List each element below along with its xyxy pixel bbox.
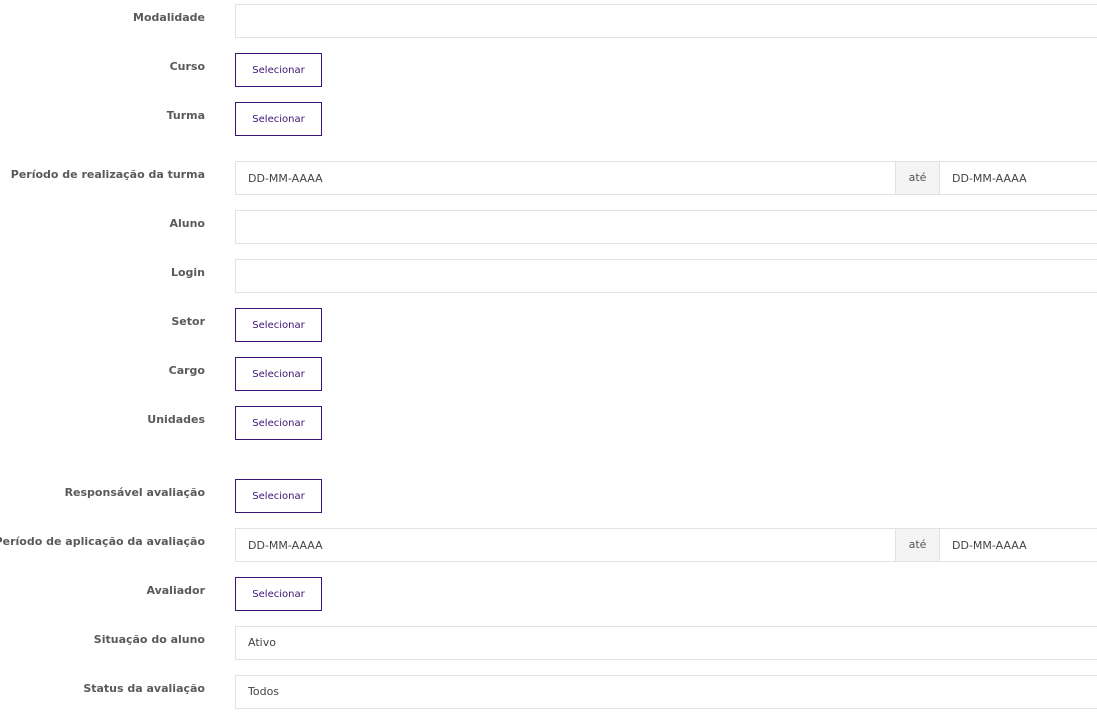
situacao-label: Situação do aluno	[93, 633, 205, 646]
periodo-avaliacao-end-input[interactable]	[939, 528, 1097, 562]
avaliador-label: Avaliador	[146, 584, 205, 597]
cargo-select-button[interactable]: Selecionar	[235, 357, 322, 391]
status-label: Status da avaliação	[83, 682, 205, 695]
aluno-input[interactable]	[235, 210, 1097, 244]
modalidade-row: Modalidade	[0, 4, 1097, 38]
unidades-select-button[interactable]: Selecionar	[235, 406, 322, 440]
setor-label: Setor	[171, 315, 205, 328]
responsavel-select-button[interactable]: Selecionar	[235, 479, 322, 513]
periodo-turma-start-input[interactable]	[235, 161, 896, 195]
modalidade-input[interactable]	[235, 4, 1097, 38]
cargo-label: Cargo	[168, 364, 205, 377]
aluno-label: Aluno	[169, 217, 205, 230]
login-label: Login	[170, 266, 205, 279]
situacao-select[interactable]: Ativo	[235, 626, 1097, 660]
aluno-row: Aluno	[0, 210, 1097, 244]
login-row: Login	[0, 259, 1097, 293]
responsavel-row: Responsável avaliação Selecionar	[0, 479, 1097, 513]
setor-row: Setor Selecionar	[0, 308, 1097, 342]
curso-select-button[interactable]: Selecionar	[235, 53, 322, 87]
situacao-row: Situação do aluno Ativo	[0, 626, 1097, 660]
avaliador-select-button[interactable]: Selecionar	[235, 577, 322, 611]
unidades-label: Unidades	[147, 413, 205, 426]
unidades-row: Unidades Selecionar	[0, 406, 1097, 440]
curso-row: Curso Selecionar	[0, 53, 1097, 87]
status-row: Status da avaliação Todos	[0, 675, 1097, 709]
periodo-turma-end-input[interactable]	[939, 161, 1097, 195]
status-select[interactable]: Todos	[235, 675, 1097, 709]
turma-select-button[interactable]: Selecionar	[235, 102, 322, 136]
turma-row: Turma Selecionar	[0, 102, 1097, 136]
periodo-avaliacao-label: Período de aplicação da avaliação	[0, 535, 205, 548]
periodo-avaliacao-separator: até	[896, 528, 939, 562]
modalidade-label: Modalidade	[133, 11, 205, 24]
periodo-turma-separator: até	[896, 161, 939, 195]
curso-label: Curso	[169, 60, 205, 73]
turma-label: Turma	[166, 109, 205, 122]
periodo-avaliacao-start-input[interactable]	[235, 528, 896, 562]
responsavel-label: Responsável avaliação	[64, 486, 205, 499]
cargo-row: Cargo Selecionar	[0, 357, 1097, 391]
periodo-turma-label: Período de realização da turma	[10, 168, 205, 181]
avaliador-row: Avaliador Selecionar	[0, 577, 1097, 611]
login-input[interactable]	[235, 259, 1097, 293]
periodo-turma-row: Período de realização da turma até	[0, 161, 1097, 195]
setor-select-button[interactable]: Selecionar	[235, 308, 322, 342]
periodo-avaliacao-row: Período de aplicação da avaliação até	[0, 528, 1097, 562]
